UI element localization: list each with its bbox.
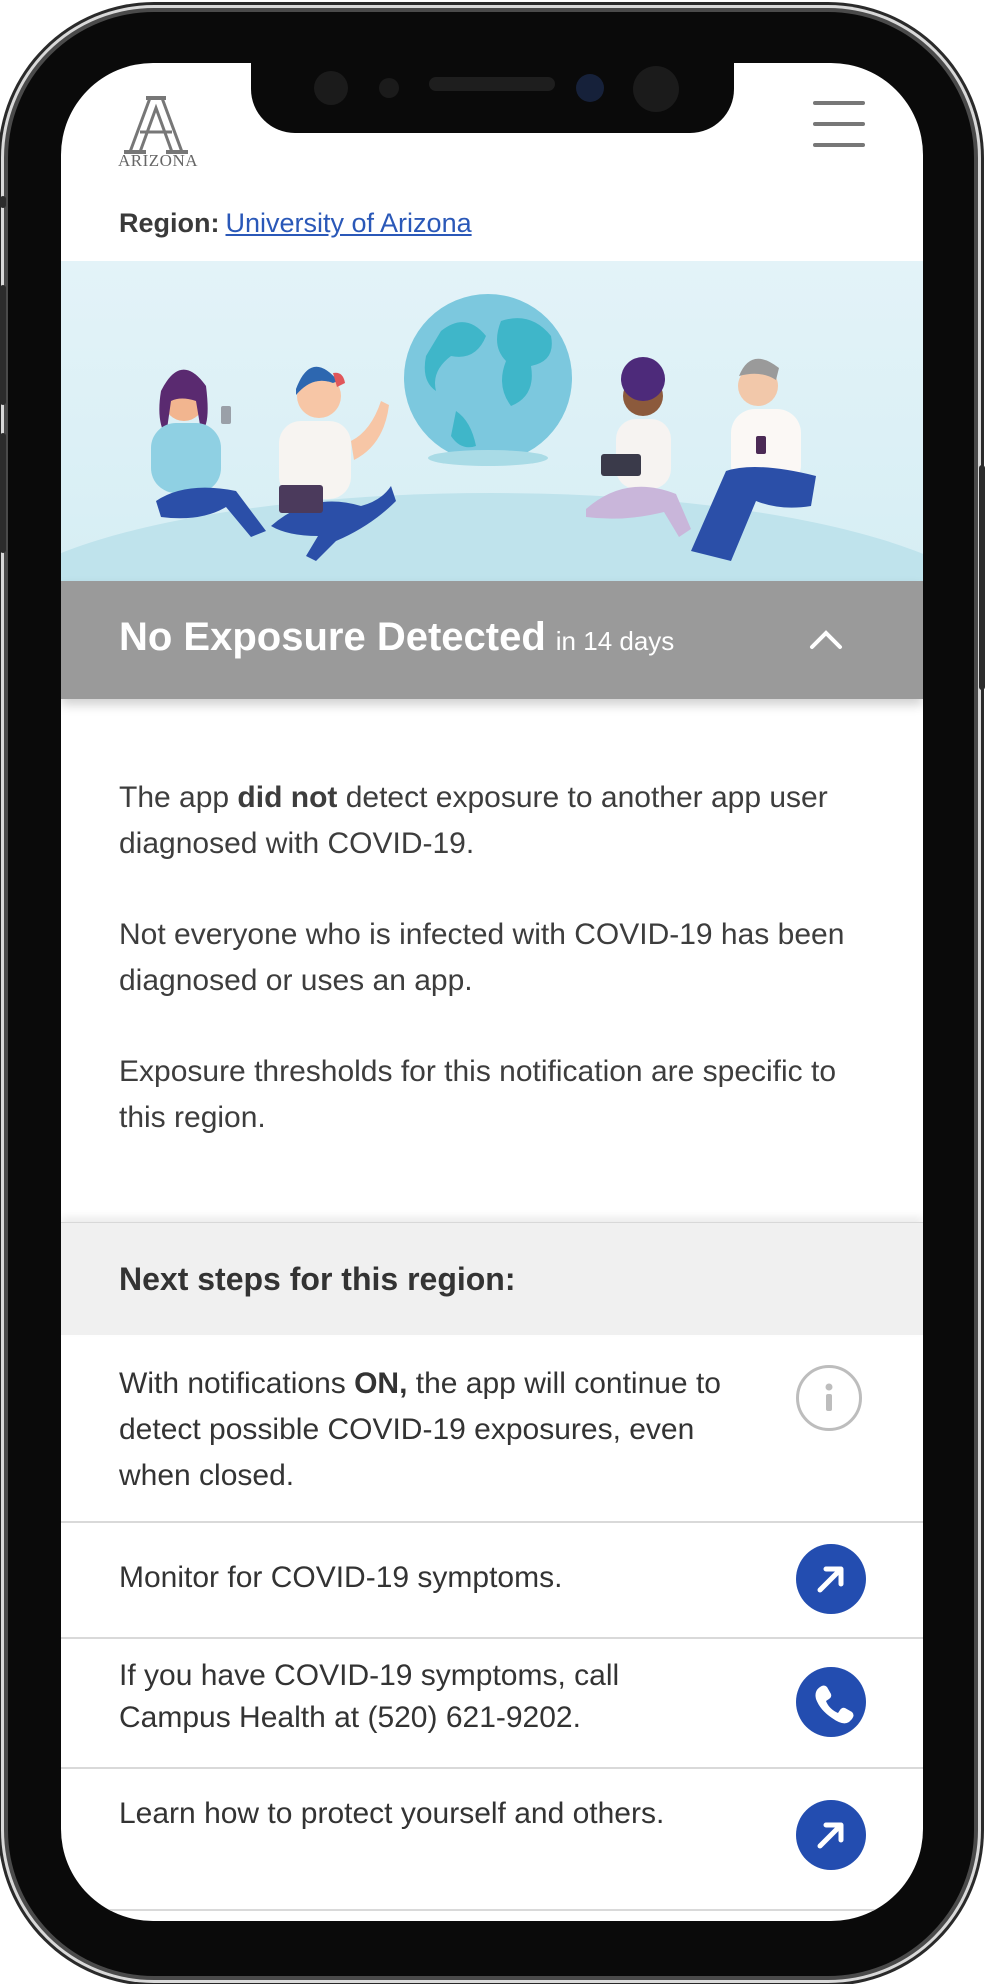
hamburger-menu-icon[interactable] [813, 101, 865, 147]
device-notch [251, 63, 734, 133]
info-icon[interactable] [796, 1365, 862, 1431]
person-4 [691, 358, 816, 561]
speaker-grille [429, 77, 555, 91]
chevron-up-icon[interactable] [809, 623, 843, 657]
region-link[interactable]: University of Arizona [226, 208, 472, 238]
next-steps-title: Next steps for this region: [119, 1261, 516, 1297]
phone-icon[interactable] [796, 1667, 866, 1737]
region-line: Region: University of Arizona [119, 208, 472, 239]
person-2 [271, 366, 396, 561]
logo-wordmark: ARIZONA [118, 151, 198, 170]
phone-side-button [0, 196, 6, 208]
message-paragraph-3: Exposure thresholds for this notificatio… [119, 1055, 837, 1134]
status-subtitle: in 14 days [555, 626, 675, 656]
hero-illustration [61, 261, 923, 581]
next-steps-header: Next steps for this region: [61, 1222, 923, 1335]
phone-volume-up-button [0, 285, 6, 405]
region-label: Region: [119, 208, 220, 238]
status-title: No Exposure Detected in 14 days [119, 615, 675, 659]
step-text: Monitor for COVID-19 symptoms. [119, 1561, 563, 1594]
step-text: Learn how to protect yourself and others… [119, 1797, 665, 1830]
person-3 [586, 357, 691, 537]
message-paragraph-2: Not everyone who is infected with COVID-… [119, 918, 845, 997]
sensor-dot [633, 66, 679, 112]
exposure-status-header[interactable]: No Exposure Detected in 14 days [61, 581, 923, 699]
external-link-icon[interactable] [796, 1800, 866, 1870]
next-step-notifications: With notifications ON, the app will cont… [61, 1335, 923, 1523]
message-paragraph-1: The app did not detect exposure to anoth… [119, 781, 828, 860]
phone-volume-down-button [0, 433, 6, 553]
sensor-dot [379, 78, 399, 98]
next-step-monitor[interactable]: Monitor for COVID-19 symptoms. [61, 1521, 923, 1639]
step-text: With notifications ON, the app will cont… [119, 1367, 721, 1492]
next-step-learn[interactable]: Learn how to protect yourself and others… [61, 1767, 923, 1911]
front-camera [576, 74, 604, 102]
app-screen: ARIZONA Region: University of Arizona No… [61, 63, 923, 1921]
step-text: If you have COVID-19 symptoms, call Camp… [119, 1659, 620, 1734]
external-link-icon[interactable] [796, 1544, 866, 1614]
people-around-globe-illustration [151, 294, 816, 561]
next-step-call[interactable]: If you have COVID-19 symptoms, call Camp… [61, 1637, 923, 1769]
phone-power-button [979, 465, 985, 690]
sensor-dot [314, 71, 348, 105]
person-1 [151, 369, 266, 537]
